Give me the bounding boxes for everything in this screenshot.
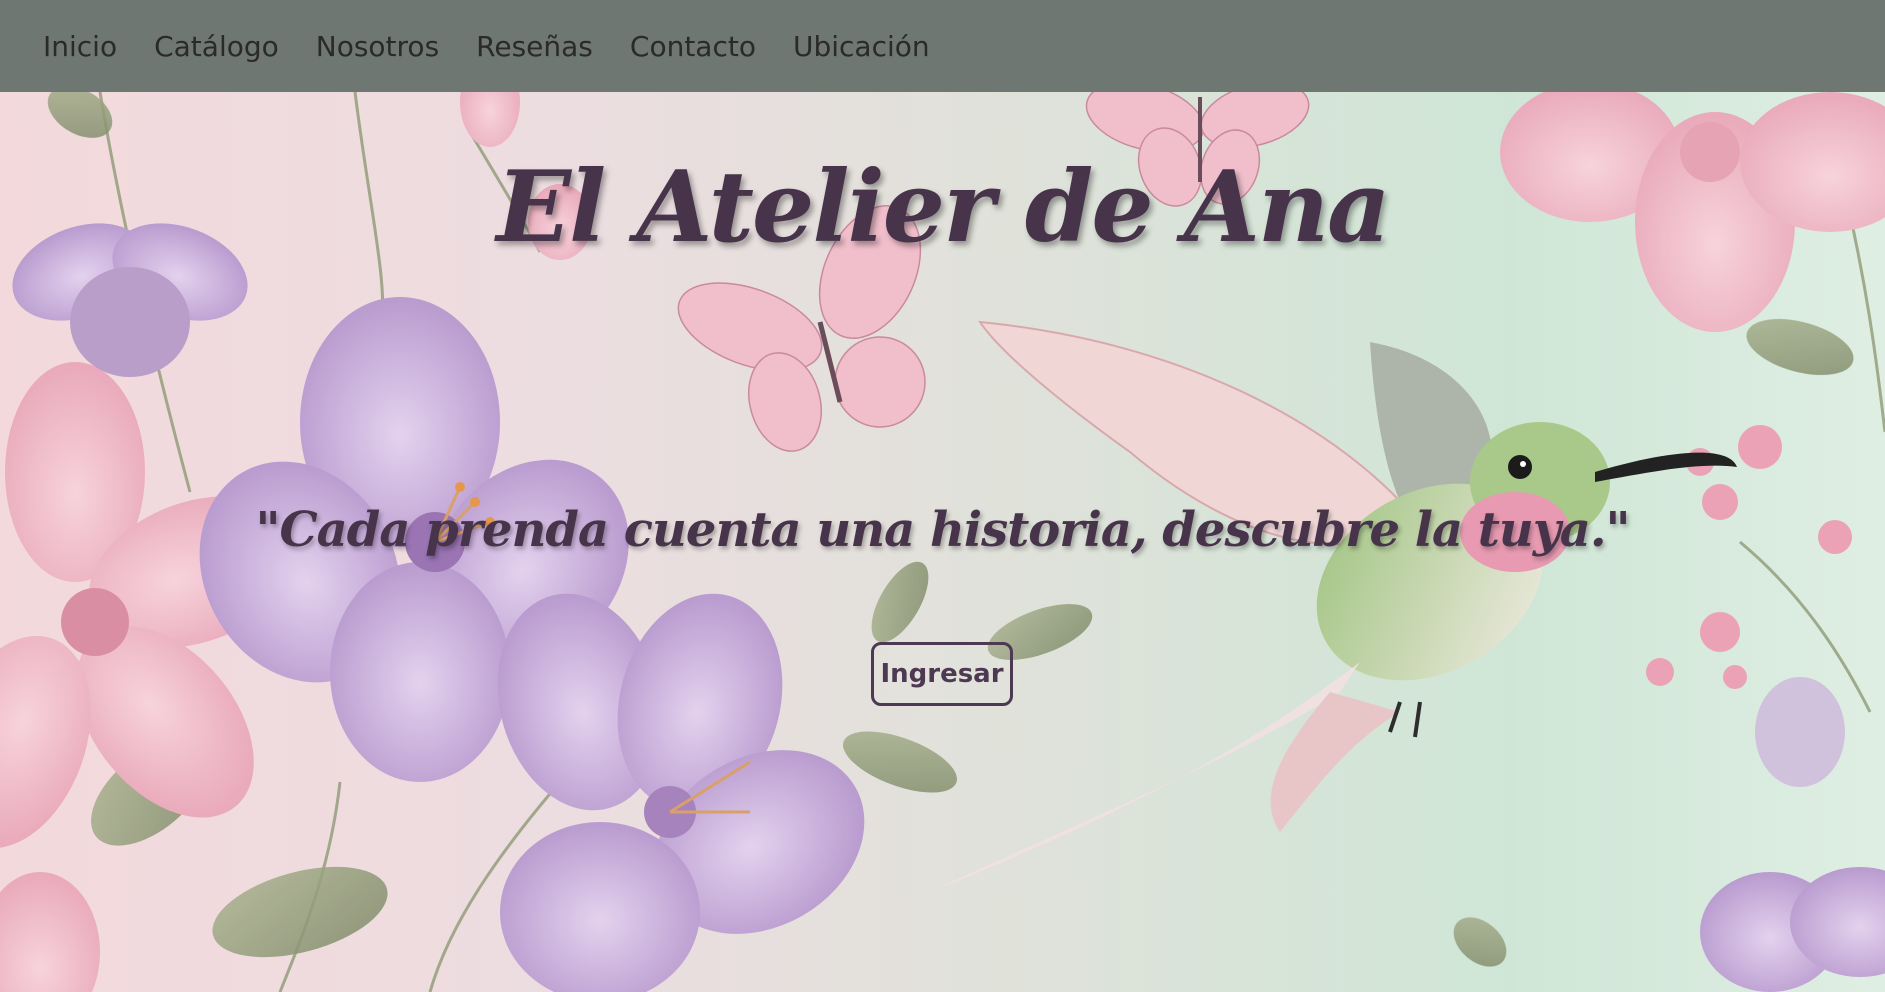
nav-link-catalogo[interactable]: Catálogo <box>154 30 279 63</box>
purple-flower-bottom-center <box>497 593 865 992</box>
purple-flower-bottom-right <box>1700 867 1885 992</box>
nav-link-ubicacion[interactable]: Ubicación <box>793 30 930 63</box>
top-navbar: Inicio Catálogo Nosotros Reseñas Contact… <box>0 0 1885 92</box>
nav-link-resenas[interactable]: Reseñas <box>476 30 593 63</box>
hero-tagline: "Cada prenda cuenta una historia, descub… <box>255 502 1630 558</box>
nav-link-contacto[interactable]: Contacto <box>630 30 756 63</box>
hero-section: El Atelier de Ana "Cada prenda cuenta un… <box>0 92 1885 992</box>
nav-link-nosotros[interactable]: Nosotros <box>316 30 439 63</box>
purple-bud-right <box>1755 677 1845 787</box>
nav-link-inicio[interactable]: Inicio <box>43 30 117 63</box>
enter-button[interactable]: Ingresar <box>871 642 1013 706</box>
pink-bud-top <box>460 92 520 147</box>
hero-title: El Atelier de Ana <box>496 150 1390 265</box>
pink-flower-bottom-left <box>0 872 100 992</box>
